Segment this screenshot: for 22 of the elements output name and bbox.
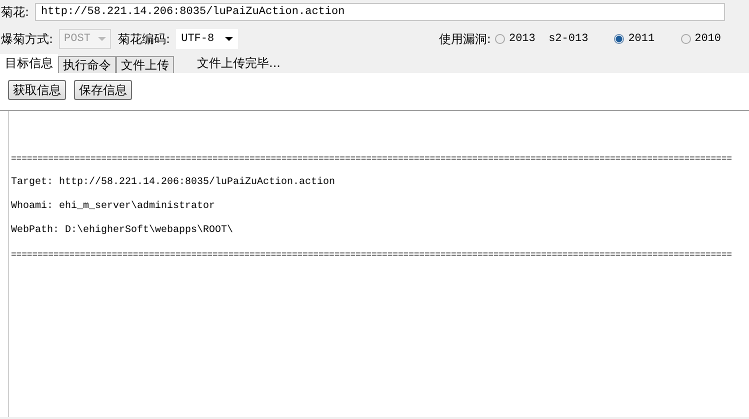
caret-icon: [225, 37, 234, 41]
caret-icon: [98, 37, 106, 41]
radio-option[interactable]: 2010: [680, 33, 721, 45]
encoding-label: 菊花编码:: [118, 30, 170, 48]
tab[interactable]: 目标信息: [0, 54, 58, 73]
output-line: Target: http://58.221.14.206:8035/luPaiZuAction.action: [10, 176, 336, 190]
output-line: Whoami: ehi_m_server\administrator: [10, 200, 216, 214]
exploit-label: 使用漏洞:: [438, 30, 491, 48]
status-text: 文件上传完毕...: [197, 55, 280, 72]
method-label: 爆菊方式:: [1, 30, 54, 48]
output-line: WebPath: D:\ehigherSoft\webapps\ROOT\: [10, 224, 234, 238]
separator-text: ========================================================================================================================================: [10, 153, 733, 166]
tab[interactable]: 执行命令: [58, 56, 116, 73]
tab[interactable]: 文件上传: [116, 56, 174, 73]
radio-option[interactable]: 2011: [614, 33, 655, 45]
action-button[interactable]: 获取信息: [8, 80, 66, 100]
encoding-dropdown[interactable]: UTF-8: [176, 29, 238, 49]
url-field[interactable]: http://58.221.14.206:8035/luPaiZuAction.action: [35, 3, 726, 21]
radio-option[interactable]: 2013 s2-013: [494, 33, 588, 45]
action-button[interactable]: 保存信息: [74, 80, 132, 100]
url-label: 菊花:: [1, 4, 30, 20]
separator-text: ========================================================================================================================================: [10, 249, 733, 262]
